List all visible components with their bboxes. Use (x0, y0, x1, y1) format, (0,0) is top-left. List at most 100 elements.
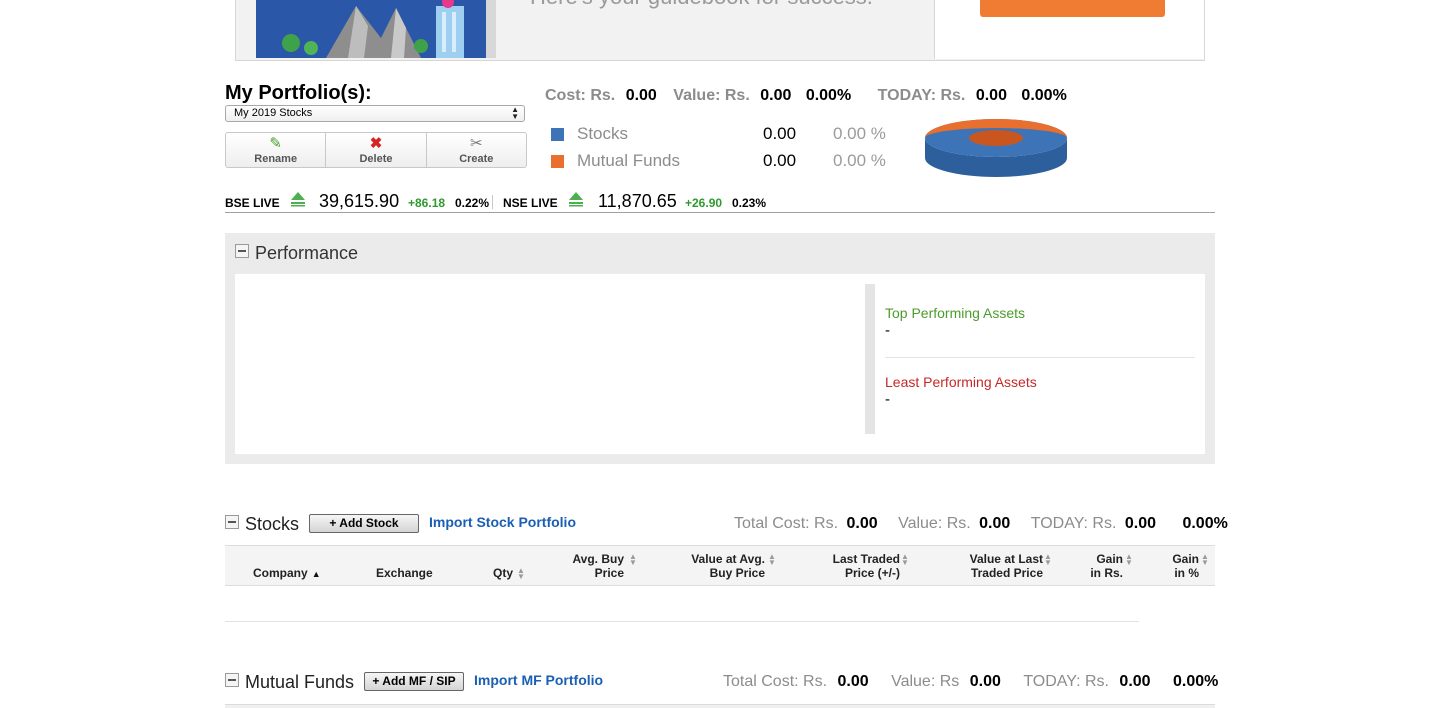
add-mf-sip-button[interactable]: + Add MF / SIP (364, 672, 464, 691)
up-arrow-icon (568, 191, 584, 207)
import-mf-portfolio-link[interactable]: Import MF Portfolio (474, 672, 603, 688)
cost-value: 0.00 (625, 87, 657, 104)
today-label: TODAY: Rs. (1030, 515, 1117, 532)
portfolio-summary: Cost: Rs. 0.00 Value: Rs. 0.00 0.00% TOD… (545, 87, 1067, 105)
col-value-ltp-label-1: Value at Last (969, 552, 1043, 566)
today-label: TODAY: Rs. (877, 87, 966, 104)
nse-change: +26.90 (685, 196, 723, 210)
col-gain-rs-label-2: in Rs. (1090, 566, 1123, 580)
sort-icon: ▲ ▼ (629, 551, 637, 567)
index-divider (492, 195, 493, 209)
col-value-avg-buy[interactable]: Value at Avg. Buy Price (685, 552, 765, 580)
delete-button[interactable]: ✖ Delete (326, 133, 427, 167)
cost-label: Cost: Rs. (545, 87, 616, 104)
col-gain-rs-label-1: Gain (1096, 552, 1123, 566)
col-gain-pct-label-2: in % (1174, 566, 1199, 580)
bse-change: +86.18 (408, 196, 446, 210)
nse-label: NSE LIVE (503, 196, 558, 210)
rename-label: Rename (254, 153, 298, 165)
performance-body: Top Performing Assets - Least Performing… (235, 274, 1205, 454)
today-pct: 0.00% (1021, 87, 1067, 104)
portfolio-actions: ✎ Rename ✖ Delete ✂ Create (225, 132, 527, 168)
col-company[interactable]: Company ▲ (253, 566, 321, 580)
sort-icon: ▲ ▼ (901, 551, 909, 567)
banner-tagline: Here's your guidebook for success. (530, 0, 873, 10)
col-value-ltp-label-2: Traded Price (970, 566, 1043, 580)
allocation-name: Stocks (577, 124, 629, 143)
col-value-last-traded[interactable]: Value at Last Traded Price (960, 552, 1043, 580)
stocks-section-title: Stocks (245, 514, 300, 534)
value-label: Value: Rs. (898, 515, 971, 532)
up-arrow-icon (290, 191, 306, 207)
import-stock-portfolio-link[interactable]: Import Stock Portfolio (429, 514, 576, 530)
value-value: 0.00 (760, 87, 792, 104)
mutual-funds-swatch (551, 155, 564, 168)
allocation-name: Mutual Funds (577, 151, 680, 170)
mutual-funds-collapse-icon[interactable] (225, 673, 239, 687)
guidebook-illustration (256, 0, 496, 58)
sort-asc-icon: ▲ (311, 568, 321, 579)
total-cost-value: 0.00 (846, 515, 878, 532)
col-qty-label: Qty (493, 566, 514, 580)
create-label: Create (459, 153, 494, 165)
nse-pct: 0.23% (732, 196, 767, 210)
promo-banner[interactable]: Here's your guidebook for success. (235, 0, 1205, 61)
pencil-icon: ✎ (269, 135, 282, 152)
sort-icon: ▲ ▼ (1201, 551, 1209, 567)
mutual-funds-summary: Total Cost: Rs. 0.00 Value: Rs 0.00 TODA… (723, 673, 1218, 691)
today-value: 0.00 (1119, 673, 1151, 690)
delete-x-icon: ✖ (369, 135, 383, 152)
col-ltp-label-2: Price (+/-) (844, 566, 900, 580)
col-last-traded-price[interactable]: Last Traded Price (+/-) (825, 552, 900, 580)
allocation-value: 0.00 (763, 151, 797, 170)
value-label: Value: Rs. (673, 87, 750, 104)
stocks-collapse-icon[interactable] (225, 515, 239, 529)
today-pct: 0.00% (1173, 673, 1219, 690)
performance-separator (885, 357, 1195, 358)
col-avg-buy-price[interactable]: Avg. Buy Price (568, 552, 624, 580)
mutual-funds-table-header (225, 704, 1215, 708)
col-exchange[interactable]: Exchange (376, 566, 433, 580)
value-value: 0.00 (969, 673, 1001, 690)
value-label: Value: Rs (891, 673, 960, 690)
collapse-icon[interactable] (235, 244, 249, 258)
allocation-value: 0.00 (763, 124, 797, 143)
sort-icon: ▲ ▼ (1125, 551, 1133, 567)
col-gain-pct-label-1: Gain (1172, 552, 1199, 566)
create-button[interactable]: ✂ Create (427, 133, 526, 167)
total-cost-value: 0.00 (837, 673, 869, 690)
mutual-funds-section-title: Mutual Funds (245, 672, 355, 692)
banner-cta-button[interactable] (980, 0, 1165, 17)
portfolio-select-value: My 2019 Stocks (234, 107, 313, 119)
col-gain-pct[interactable]: Gain in % (1163, 552, 1199, 580)
sort-icon: ▲ ▼ (517, 565, 525, 581)
stocks-summary: Total Cost: Rs. 0.00 Value: Rs. 0.00 TOD… (734, 515, 1228, 533)
col-avg-buy-label-1: Avg. Buy (572, 552, 624, 566)
stocks-table-header: Company ▲ Exchange Qty ▲ ▼ Avg. Buy Price ▲ ▼… (225, 545, 1215, 586)
select-arrows-icon: ▲ ▼ (511, 105, 519, 121)
least-performing-label: Least Performing Assets (885, 374, 1037, 390)
col-value-avg-label-2: Buy Price (709, 566, 765, 580)
allocation-pie-chart (923, 116, 1069, 185)
bse-label: BSE LIVE (225, 196, 280, 210)
portfolio-select[interactable]: My 2019 Stocks ▲ ▼ (225, 105, 525, 122)
today-pct: 0.00% (1182, 515, 1228, 532)
allocation-pct: 0.00 % (833, 124, 886, 143)
col-avg-buy-label-2: Price (594, 566, 624, 580)
rename-button[interactable]: ✎ Rename (226, 133, 327, 167)
today-label: TODAY: Rs. (1023, 673, 1109, 690)
live-indices-bar: BSE LIVE 39,615.90 +86.18 0.22% NSE LIVE… (225, 188, 1215, 213)
top-performing-label: Top Performing Assets (885, 305, 1026, 321)
col-qty[interactable]: Qty ▲ ▼ (493, 566, 525, 580)
col-company-label: Company (253, 566, 308, 580)
today-value: 0.00 (1124, 515, 1156, 532)
total-cost-label: Total Cost: Rs. (723, 673, 828, 690)
nse-value: 11,870.65 (598, 191, 677, 211)
delete-label: Delete (359, 153, 393, 165)
stocks-table-empty-row (225, 621, 1139, 622)
bse-pct: 0.22% (455, 196, 490, 210)
col-gain-rs[interactable]: Gain in Rs. (1085, 552, 1123, 580)
add-stock-button[interactable]: + Add Stock (309, 514, 419, 533)
value-value: 0.00 (979, 515, 1011, 532)
performance-title: Performance (255, 243, 359, 263)
